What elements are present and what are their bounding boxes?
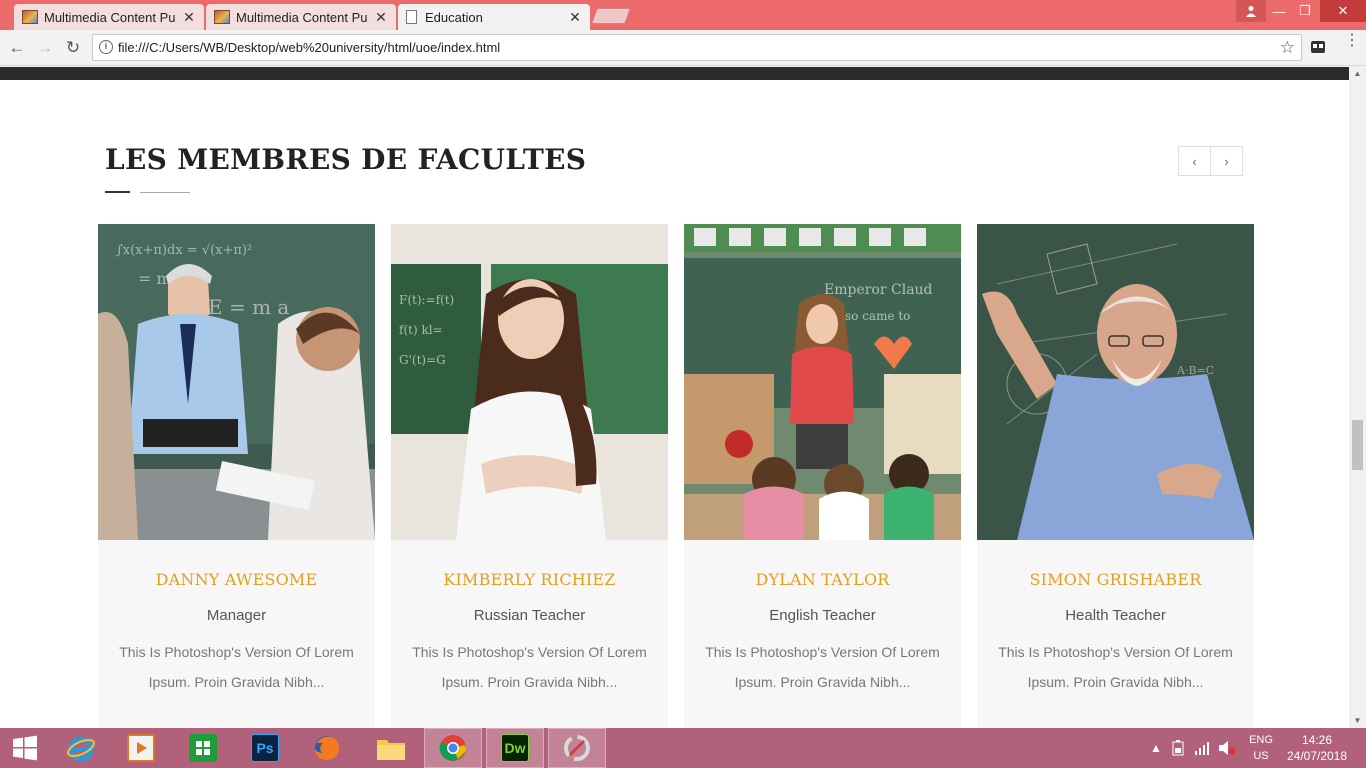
clock-time: 14:26 [1301,733,1333,747]
document-favicon-icon [406,10,417,24]
faculty-photo: A·B=C [977,224,1254,540]
section-title: LES MEMBRES DE FACULTES [105,143,587,176]
faculty-role: English Teacher [769,607,876,624]
faculty-card[interactable]: A·B=C SIMON GRISHABER Health Teacher Thi… [977,224,1254,728]
show-hidden-icons-icon[interactable]: ▲ [1150,728,1162,768]
browser-tab[interactable]: Multimedia Content Publ ✕ [14,4,204,30]
restore-button[interactable]: ❐ [1290,0,1320,22]
header-band [0,67,1349,80]
faculty-photo: Emperor Claud also came to [684,224,961,540]
extension-icon[interactable] [1310,38,1326,56]
faculty-name[interactable]: DANNY AWESOME [98,570,375,589]
taskbar-dreamweaver[interactable]: Dw [486,728,544,768]
svg-text:∫x(x+π)dx = √(x+π)²: ∫x(x+π)dx = √(x+π)² [116,243,252,258]
svg-text:f(t) kl=: f(t) kl= [399,323,443,337]
chrome-icon [439,735,467,761]
carousel-prev-button[interactable]: ‹ [1178,146,1211,176]
browser-tab-strip: Multimedia Content Publ ✕ Multimedia Con… [0,0,1366,30]
taskbar-media-player[interactable] [112,728,170,768]
faculty-description: This Is Photoshop's Version Of Lorem Ips… [998,644,1233,690]
faculty-card[interactable]: ∫x(x+π)dx = √(x+π)² = m c² E = m a DANNY… [98,224,375,728]
scroll-up-arrow-icon[interactable]: ▲ [1349,67,1366,81]
title-underline-secondary [140,192,190,193]
svg-text:G'(t)=G: G'(t)=G [399,353,446,367]
address-bar[interactable]: i file:///C:/Users/WB/Desktop/web%20univ… [92,34,1302,61]
faculty-card[interactable]: F(t):=f(t) f(t) kl= G'(t)=G KIMBERLY RIC… [391,224,668,728]
scroll-thumb[interactable] [1352,420,1363,470]
start-button[interactable] [0,728,50,768]
tab-close-icon[interactable]: ✕ [182,9,196,26]
close-window-button[interactable]: ✕ [1320,0,1366,22]
language-code: ENG [1249,734,1273,746]
image-favicon-icon [214,10,230,24]
bookmark-star-icon[interactable]: ☆ [1280,38,1295,58]
network-icon[interactable] [1194,728,1210,768]
reload-button[interactable]: ↻ [62,37,84,59]
new-tab-button[interactable] [591,8,631,24]
page-viewport: LES MEMBRES DE FACULTES ‹ › ∫x(x+π)dx = … [0,67,1349,728]
browser-toolbar: ← → ↻ i file:///C:/Users/WB/Desktop/web%… [0,30,1366,66]
svg-text:A·B=C: A·B=C [1176,364,1214,377]
internet-explorer-icon [67,736,95,762]
taskbar-internet-explorer[interactable] [52,728,110,768]
svg-text:Emperor Claud: Emperor Claud [824,282,933,298]
folder-icon [377,740,405,760]
tab-title: Education [425,9,483,25]
windows-taskbar: Ps Dw ▲ ENG US 14:26 24/07/2018 [0,728,1366,768]
faculty-role: Health Teacher [1065,607,1166,624]
tab-close-icon[interactable]: ✕ [374,9,388,26]
url-text[interactable]: file:///C:/Users/WB/Desktop/web%20univer… [118,40,500,55]
profile-icon[interactable] [1236,0,1266,22]
browser-tab[interactable]: Multimedia Content Publ ✕ [206,4,396,30]
taskbar-file-explorer[interactable] [362,728,420,768]
tab-title: Multimedia Content Publ [236,9,368,25]
faculty-role: Russian Teacher [473,607,586,624]
dreamweaver-icon: Dw [501,734,529,762]
browser-menu-icon[interactable]: ⋮ [1344,33,1360,49]
taskbar-firefox[interactable] [298,728,356,768]
faculty-photo: F(t):=f(t) f(t) kl= G'(t)=G [391,224,668,540]
carousel-next-button[interactable]: › [1210,146,1243,176]
taskbar-app[interactable] [548,728,606,768]
system-clock[interactable]: 14:26 24/07/2018 [1280,732,1354,764]
store-icon [189,734,217,762]
firefox-icon [315,736,340,760]
app-icon [564,735,590,761]
taskbar-chrome[interactable] [424,728,482,768]
forward-button[interactable]: → [34,37,56,59]
faculty-description: This Is Photoshop's Version Of Lorem Ips… [119,644,354,690]
region-code: US [1253,750,1269,762]
scroll-down-arrow-icon[interactable]: ▼ [1349,714,1366,728]
faculty-photo: ∫x(x+π)dx = √(x+π)² = m c² E = m a [98,224,375,540]
faculty-card[interactable]: Emperor Claud also came to DYLAN TAYLOR [684,224,961,728]
battery-icon[interactable] [1170,728,1186,768]
page-info-icon[interactable]: i [99,40,113,54]
volume-muted-icon[interactable] [1218,728,1236,768]
media-player-icon [127,734,155,762]
svg-text:F(t):=f(t): F(t):=f(t) [399,293,454,307]
photoshop-icon: Ps [251,734,279,762]
taskbar-photoshop[interactable]: Ps [236,728,294,768]
browser-tab-active[interactable]: Education ✕ [398,4,590,30]
svg-text:E = m a: E = m a [208,295,289,319]
faculty-description: This Is Photoshop's Version Of Lorem Ips… [412,644,647,690]
page-scrollbar[interactable]: ▲ ▼ [1349,67,1366,728]
language-indicator[interactable]: ENG US [1246,732,1276,764]
faculty-name[interactable]: SIMON GRISHABER [977,570,1254,589]
taskbar-store[interactable] [174,728,232,768]
faculty-description: This Is Photoshop's Version Of Lorem Ips… [705,644,940,690]
back-button[interactable]: ← [6,37,28,59]
faculty-name[interactable]: DYLAN TAYLOR [684,570,961,589]
tab-close-icon[interactable]: ✕ [568,9,582,26]
image-favicon-icon [22,10,38,24]
tab-title: Multimedia Content Publ [44,9,176,25]
title-underline [105,191,130,193]
faculty-name[interactable]: KIMBERLY RICHIEZ [391,570,668,589]
windows-logo-icon [13,735,37,761]
faculty-role: Manager [206,607,267,624]
clock-date: 24/07/2018 [1286,749,1348,763]
